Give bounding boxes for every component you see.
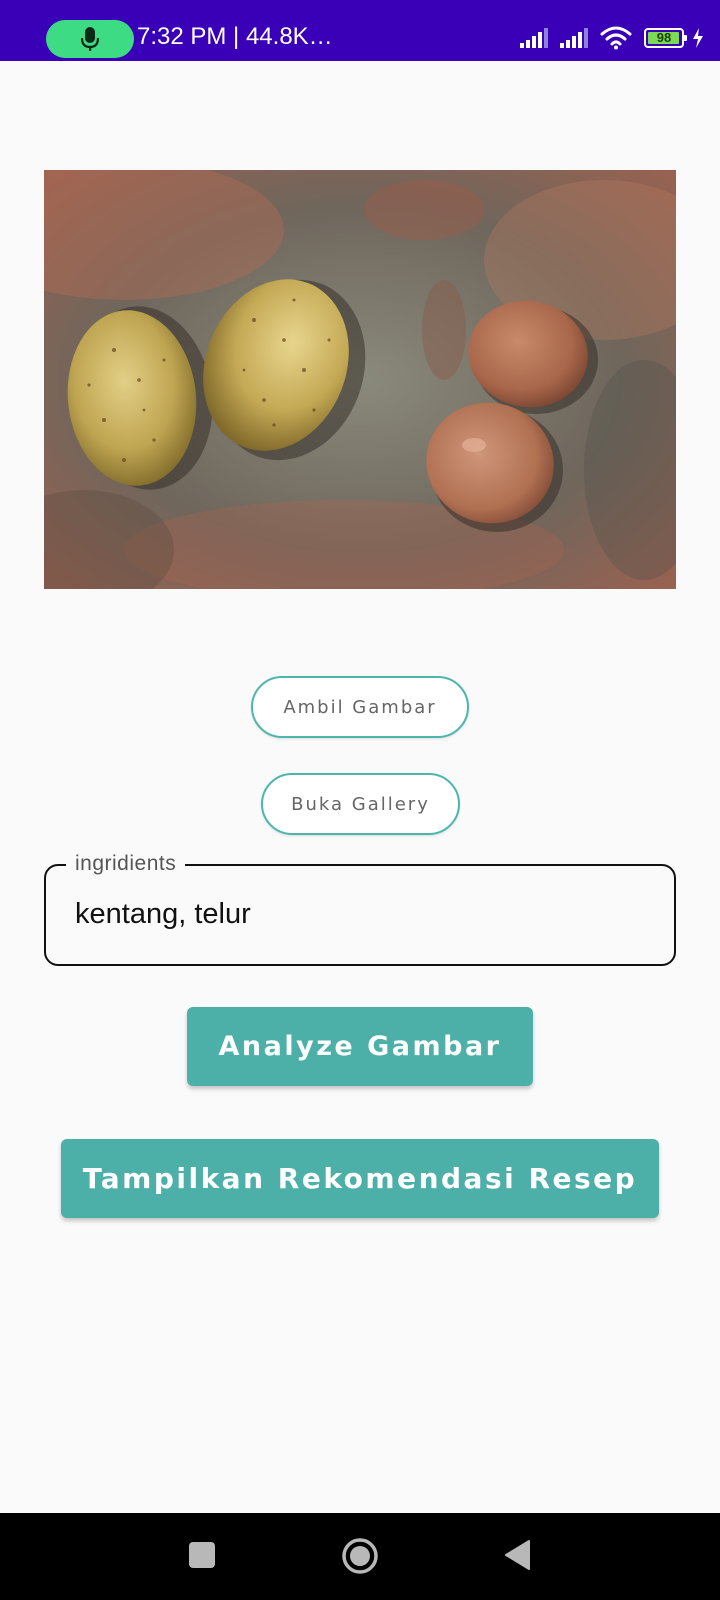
signal-icon: [560, 28, 588, 48]
take-picture-button[interactable]: Ambil Gambar: [251, 676, 469, 738]
app-screen: 7:32 PM | 44.8K… 98 Ambil Gambar Buka Ga…: [0, 0, 720, 1600]
analyze-image-button[interactable]: Analyze Gambar: [187, 1007, 533, 1086]
navigation-bar: [0, 1513, 720, 1600]
ingredients-field-value[interactable]: kentang, telur: [75, 896, 251, 932]
recents-icon[interactable]: [189, 1542, 215, 1568]
photo-image: [44, 170, 676, 589]
captured-photo: [44, 170, 676, 589]
status-icons: 98: [520, 25, 704, 51]
status-time-network-speed: 7:32 PM | 44.8K…: [137, 23, 333, 50]
battery-tip: [684, 35, 687, 41]
battery-percent: 98: [656, 30, 672, 45]
mic-indicator[interactable]: [46, 20, 134, 58]
battery-icon: 98: [644, 28, 687, 48]
wifi-icon: [600, 26, 632, 50]
ingredients-field-label: ingridients: [66, 850, 186, 878]
ingredients-field[interactable]: ingridients kentang, telur: [44, 850, 676, 966]
show-recipe-recommendations-button[interactable]: Tampilkan Rekomendasi Resep: [61, 1139, 659, 1218]
mic-icon: [81, 27, 99, 51]
status-bar: 7:32 PM | 44.8K… 98: [0, 0, 720, 61]
open-gallery-button[interactable]: Buka Gallery: [261, 773, 460, 835]
signal-icon: [520, 28, 548, 48]
charging-icon: [693, 28, 703, 48]
back-icon[interactable]: [503, 1539, 531, 1571]
home-icon[interactable]: [341, 1537, 379, 1575]
